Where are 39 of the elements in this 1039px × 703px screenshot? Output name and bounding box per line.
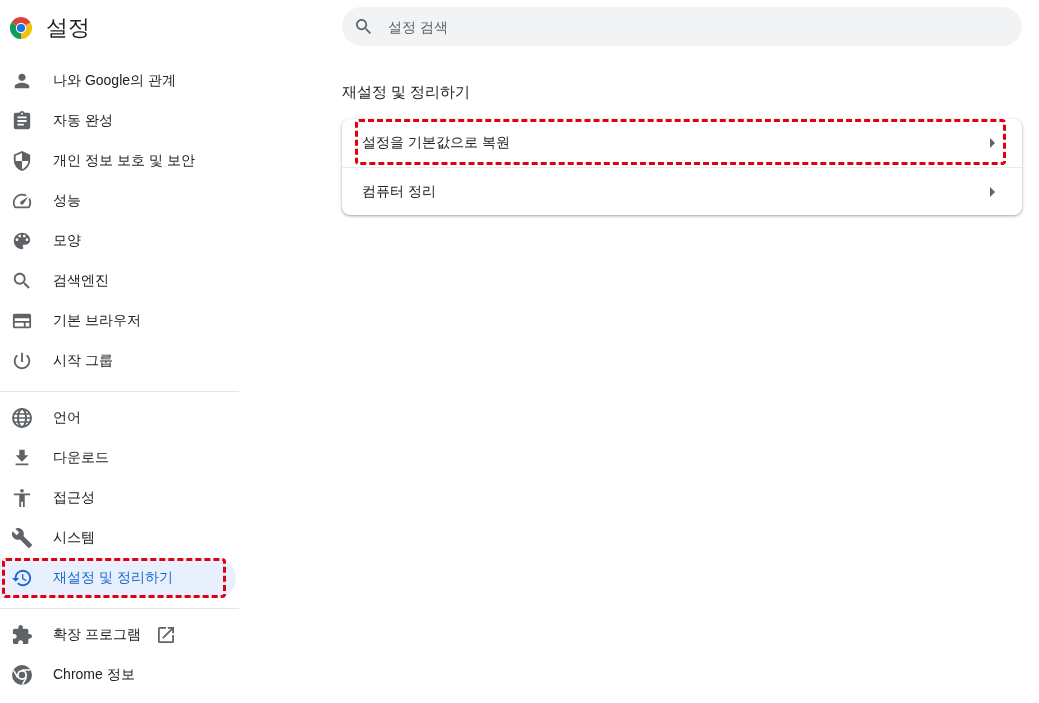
sidebar-item[interactable]: 모양 <box>0 221 236 261</box>
arrow-right-icon <box>990 186 995 197</box>
gauge-icon <box>12 191 32 211</box>
page-title: 설정 <box>46 14 90 42</box>
search-icon <box>12 271 32 291</box>
settings-row[interactable]: 컴퓨터 정리 <box>342 167 1022 215</box>
clipboard-icon <box>12 111 32 131</box>
palette-icon <box>12 231 32 251</box>
sidebar-item[interactable]: 다운로드 <box>0 438 236 478</box>
sidebar-item[interactable]: 시작 그룹 <box>0 341 236 381</box>
chrome-logo-icon <box>10 17 32 39</box>
sidebar-item[interactable]: 성능 <box>0 181 236 221</box>
search-field[interactable]: 설정 검색 <box>342 7 1022 46</box>
sidebar-item[interactable]: 확장 프로그램 <box>0 615 236 655</box>
chrome-logo-icon <box>12 665 32 685</box>
sidebar-item[interactable]: 접근성 <box>0 478 236 518</box>
globe-icon <box>12 408 32 428</box>
sidebar-item[interactable]: 기본 브라우저 <box>0 301 236 341</box>
sidebar-item[interactable]: 재설정 및 정리하기 <box>0 558 236 598</box>
arrow-right-icon <box>990 138 995 148</box>
browser-window-icon <box>12 311 32 331</box>
sidebar-item[interactable]: 나와 Google의 관계 <box>0 61 236 101</box>
search-icon <box>356 19 371 34</box>
history-icon <box>12 568 32 588</box>
sidebar-item[interactable]: 자동 완성 <box>0 101 236 141</box>
sidebar-item[interactable]: 언어 <box>0 398 236 438</box>
section-title: 재설정 및 정리하기 <box>342 82 472 102</box>
settings-row[interactable]: 설정을 기본값으로 복원 <box>342 119 1022 167</box>
sidebar-item[interactable]: 검색엔진 <box>0 261 236 301</box>
power-icon <box>12 351 32 371</box>
accessibility-icon <box>12 488 32 508</box>
external-link-icon[interactable] <box>157 627 174 643</box>
puzzle-icon <box>12 625 32 645</box>
wrench-icon <box>12 528 32 548</box>
sidebar-item[interactable]: 개인 정보 보호 및 보안 <box>0 141 236 181</box>
person-icon <box>12 71 32 91</box>
sidebar-item[interactable]: 시스템 <box>0 518 236 558</box>
shield-icon <box>12 151 32 171</box>
sidebar-item[interactable]: Chrome 정보 <box>0 655 236 695</box>
